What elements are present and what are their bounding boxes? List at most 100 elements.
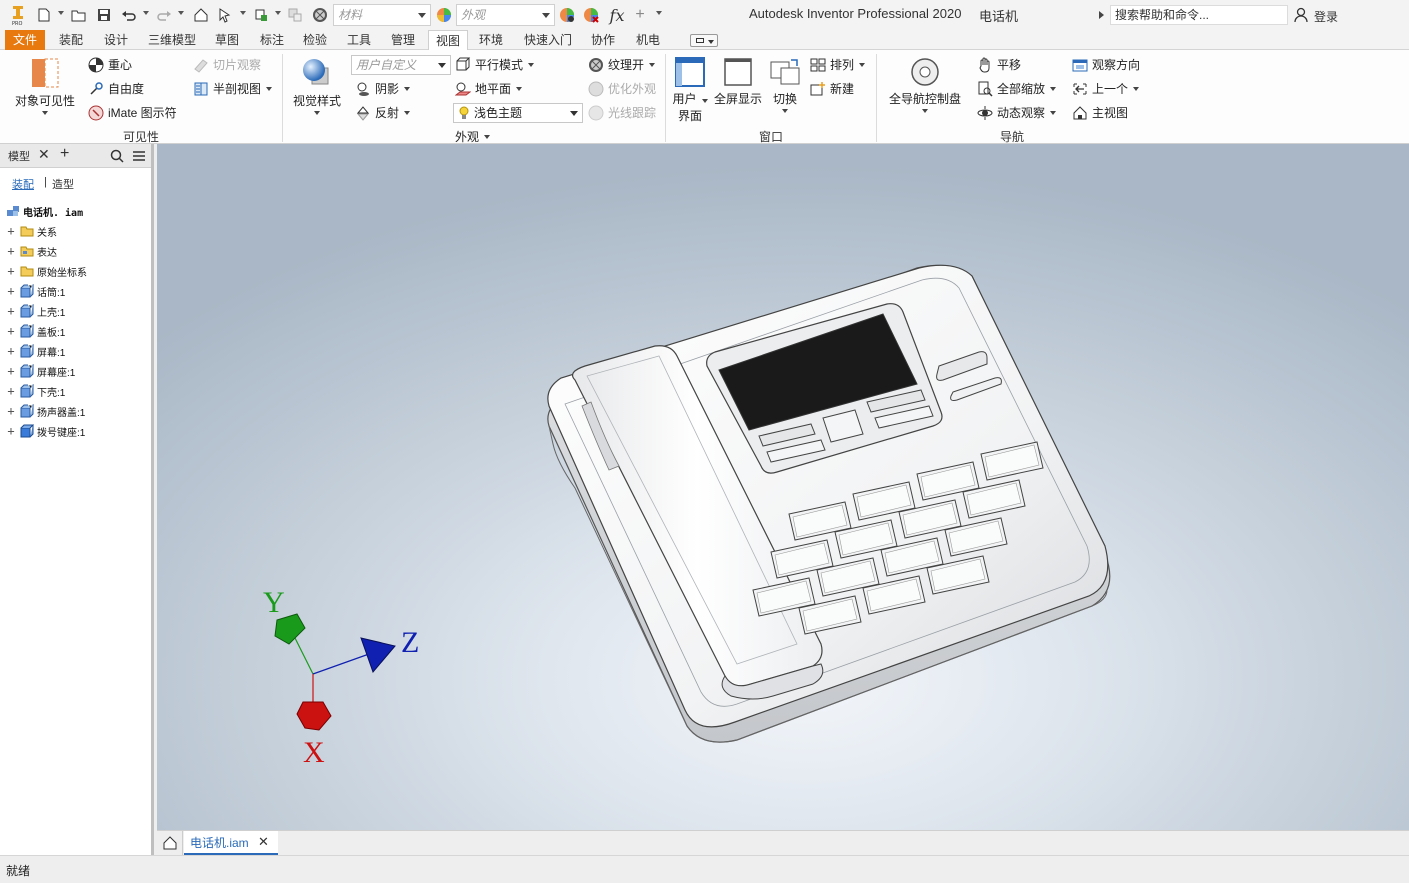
tab-environments[interactable]: 环境: [473, 30, 509, 50]
tab-assembly-view[interactable]: 装配: [12, 176, 34, 192]
tab-inspect[interactable]: 检验: [297, 30, 333, 50]
expand-icon[interactable]: +: [6, 304, 16, 318]
tree-item[interactable]: + 表达: [6, 242, 57, 260]
parallel-mode-button[interactable]: 平行模式: [455, 56, 535, 73]
tree-item[interactable]: + 屏幕座:1: [6, 362, 75, 380]
optimize-appearance-button[interactable]: 优化外观: [588, 80, 656, 97]
home-view-button[interactable]: 主视图: [1072, 104, 1128, 121]
close-tab-icon[interactable]: ✕: [258, 831, 269, 853]
shadows-button[interactable]: 阴影: [355, 80, 411, 97]
select-icon[interactable]: [216, 5, 234, 25]
search-expand-icon[interactable]: [1099, 11, 1104, 19]
adjust-appearance-icon[interactable]: [558, 5, 576, 25]
expand-icon[interactable]: +: [6, 364, 16, 378]
lighting-style-combo[interactable]: 浅色主题: [453, 103, 583, 123]
menu-icon[interactable]: [132, 150, 146, 162]
new-dropdown-icon[interactable]: [58, 11, 64, 15]
ground-plane-button[interactable]: 地平面: [455, 80, 523, 97]
tree-item[interactable]: + 上壳:1: [6, 302, 65, 320]
tab-electromechanical[interactable]: 机电: [630, 30, 666, 50]
component-icon[interactable]: [286, 5, 304, 25]
add-browser-icon[interactable]: +: [60, 145, 69, 163]
search-icon[interactable]: [110, 149, 124, 163]
object-visibility-button[interactable]: 对象可见性: [10, 56, 80, 115]
material-icon[interactable]: [311, 5, 329, 25]
help-search-input[interactable]: 搜索帮助和命令...: [1110, 5, 1288, 25]
previous-view-button[interactable]: 上一个: [1072, 80, 1140, 97]
pan-button[interactable]: 平移: [977, 56, 1021, 73]
add-icon[interactable]: +: [632, 5, 648, 25]
expand-icon[interactable]: +: [6, 324, 16, 338]
expand-icon[interactable]: +: [6, 384, 16, 398]
visual-style-button[interactable]: 视觉样式: [287, 56, 347, 115]
new-icon[interactable]: [35, 5, 53, 25]
tab-3d-model[interactable]: 三维模型: [142, 30, 202, 50]
user-icon[interactable]: [1292, 5, 1310, 25]
select-dropdown-icon[interactable]: [240, 11, 246, 15]
expand-icon[interactable]: +: [6, 404, 16, 418]
undo-icon[interactable]: [120, 5, 138, 25]
graphics-viewport[interactable]: Y Z X: [157, 144, 1409, 830]
tree-item[interactable]: + 下壳:1: [6, 382, 65, 400]
tab-get-started[interactable]: 快速入门: [518, 30, 578, 50]
view-representation-combo[interactable]: 用户自定义: [351, 55, 451, 75]
tree-root[interactable]: 电话机. iam: [6, 202, 83, 220]
look-at-button[interactable]: 观察方向: [1072, 56, 1140, 73]
customize-dropdown-icon[interactable]: [656, 11, 662, 15]
tab-assemble[interactable]: 装配: [53, 30, 89, 50]
ground-dropdown-icon[interactable]: [275, 11, 281, 15]
tab-file[interactable]: 文件: [5, 30, 45, 50]
zoom-all-button[interactable]: 全部缩放: [977, 80, 1057, 97]
expand-icon[interactable]: +: [6, 244, 16, 258]
parameters-button[interactable]: fx: [606, 5, 628, 25]
open-icon[interactable]: [70, 5, 88, 25]
save-icon[interactable]: [95, 5, 113, 25]
new-window-button[interactable]: 新建: [810, 80, 854, 97]
expand-icon[interactable]: +: [6, 344, 16, 358]
document-tab[interactable]: 电话机.iam ✕: [184, 831, 278, 855]
expand-icon[interactable]: +: [6, 224, 16, 238]
reflections-button[interactable]: 反射: [355, 104, 411, 121]
degrees-of-freedom-button[interactable]: 自由度: [88, 80, 144, 97]
center-of-gravity-button[interactable]: 重心: [88, 56, 132, 73]
tab-manage[interactable]: 管理: [385, 30, 421, 50]
redo-dropdown-icon[interactable]: [178, 11, 184, 15]
clear-appearance-icon[interactable]: [582, 5, 600, 25]
undo-dropdown-icon[interactable]: [143, 11, 149, 15]
full-navigation-wheel-button[interactable]: 全导航控制盘: [884, 56, 966, 113]
panel-toggle-button[interactable]: [690, 34, 718, 47]
half-section-view-button[interactable]: 半剖视图: [193, 80, 273, 97]
tab-tools[interactable]: 工具: [341, 30, 377, 50]
switch-window-button[interactable]: 切换: [766, 56, 804, 113]
texture-on-button[interactable]: 纹理开: [588, 56, 656, 73]
tab-annotate[interactable]: 标注: [254, 30, 290, 50]
tab-sketch[interactable]: 草图: [209, 30, 245, 50]
tree-item[interactable]: + 原始坐标系: [6, 262, 87, 280]
tree-item[interactable]: + 拨号键座:1: [6, 422, 85, 440]
ray-tracing-button[interactable]: 光线跟踪: [588, 104, 656, 121]
tree-item[interactable]: + 话筒:1: [6, 282, 65, 300]
expand-icon[interactable]: +: [6, 284, 16, 298]
tree-item[interactable]: + 关系: [6, 222, 57, 240]
arrange-button[interactable]: 排列: [810, 56, 866, 73]
login-link[interactable]: 登录: [1314, 8, 1338, 25]
inventor-logo-icon[interactable]: PRO: [8, 5, 28, 26]
appearance-icon[interactable]: [435, 5, 453, 25]
user-interface-button[interactable]: 用户 界面: [670, 56, 710, 124]
expand-icon[interactable]: +: [6, 424, 16, 438]
imate-glyph-button[interactable]: iMate 图示符: [88, 104, 177, 121]
home-icon[interactable]: [192, 5, 210, 25]
tree-item[interactable]: + 盖板:1: [6, 322, 65, 340]
home-tab[interactable]: [157, 831, 183, 855]
tab-design[interactable]: 设计: [98, 30, 134, 50]
tab-view[interactable]: 视图: [428, 30, 468, 51]
slice-graphics-button[interactable]: 切片观察: [193, 56, 261, 73]
ground-icon[interactable]: [252, 5, 270, 25]
expand-icon[interactable]: +: [6, 264, 16, 278]
tree-item[interactable]: + 屏幕:1: [6, 342, 65, 360]
tab-modeling-view[interactable]: 造型: [52, 176, 74, 192]
tree-item[interactable]: + 扬声器盖:1: [6, 402, 85, 420]
appearance-combo[interactable]: 外观: [456, 4, 555, 26]
redo-icon[interactable]: [155, 5, 173, 25]
full-screen-button[interactable]: 全屏显示: [712, 56, 764, 107]
